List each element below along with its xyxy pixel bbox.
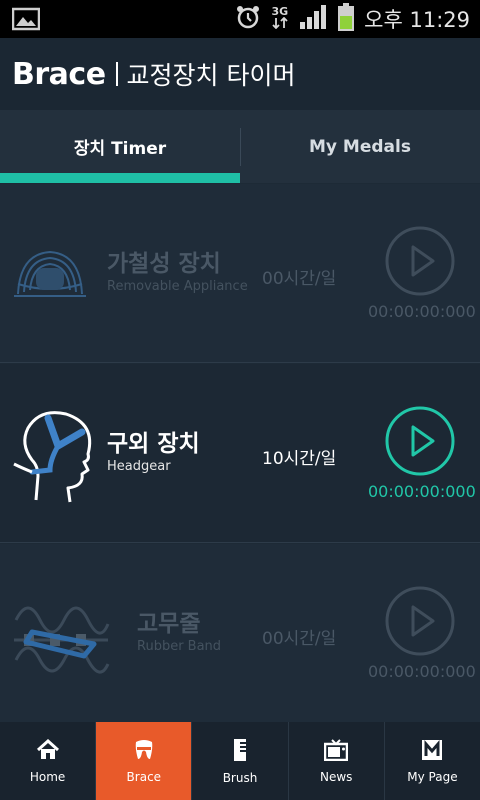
nav-label: News <box>319 769 353 784</box>
brush-icon <box>234 738 246 761</box>
device-hours: 00시간/일 <box>262 629 337 649</box>
nav-label: Home <box>29 769 66 784</box>
headgear-icon <box>10 404 110 504</box>
device-name-en: Headgear <box>107 459 171 474</box>
device-timer: 00:00:00:000 <box>368 302 476 321</box>
title-divider <box>115 62 118 86</box>
device-hours: 00시간/일 <box>262 269 337 289</box>
nav-label: Brush <box>222 770 258 785</box>
app-header: Brace 교정장치 타이머 <box>0 38 480 110</box>
home-icon <box>36 738 59 759</box>
tab-separator <box>240 128 241 166</box>
brace-icon <box>135 739 153 759</box>
nav-brush[interactable]: Brush <box>192 722 289 800</box>
signal-icon <box>298 4 328 34</box>
device-name-ko: 구외 장치 <box>107 431 200 457</box>
news-tv-icon <box>324 738 349 761</box>
my-page-icon <box>422 739 443 760</box>
device-name-en: Removable Appliance <box>107 279 248 294</box>
alarm-icon <box>235 4 261 34</box>
battery-icon <box>338 3 355 35</box>
device-name-en: Rubber Band <box>137 639 222 654</box>
nav-label: My Page <box>407 769 458 784</box>
gallery-icon <box>11 7 41 35</box>
tab-device-timer[interactable]: 장치 Timer <box>0 110 240 183</box>
status-time: 오후 11:29 <box>364 8 470 32</box>
play-button[interactable] <box>385 226 455 296</box>
network-indicator: 3G <box>271 6 288 31</box>
nav-brace[interactable]: Brace <box>96 722 193 800</box>
nav-news[interactable]: News <box>289 722 385 800</box>
device-timer: 00:00:00:000 <box>368 482 476 501</box>
app-subtitle: 교정장치 타이머 <box>126 61 296 90</box>
play-button[interactable] <box>385 586 455 656</box>
app-brand: Brace <box>12 56 106 92</box>
device-row-rubber-band[interactable]: 고무줄 Rubber Band 00시간/일 00:00:00:000 <box>0 544 480 723</box>
device-row-headgear[interactable]: 구외 장치 Headgear 10시간/일 00:00:00:000 <box>0 364 480 543</box>
play-button[interactable] <box>385 406 455 476</box>
status-bar: 3G 오후 11:29 <box>0 0 480 38</box>
device-row-removable-appliance[interactable]: 가철성 장치 Removable Appliance 00시간/일 00:00:… <box>0 184 480 363</box>
removable-appliance-icon <box>10 224 110 324</box>
device-name-ko: 가철성 장치 <box>107 251 221 277</box>
rubber-band-icon <box>10 584 110 684</box>
tab-my-medals[interactable]: My Medals <box>240 110 480 183</box>
nav-label: Brace <box>126 769 162 784</box>
bottom-navigation: Home Brace Brush News My Page <box>0 722 480 800</box>
nav-my-page[interactable]: My Page <box>385 722 480 800</box>
device-name-ko: 고무줄 <box>137 611 201 637</box>
device-hours: 10시간/일 <box>262 449 337 469</box>
nav-home[interactable]: Home <box>0 722 97 800</box>
device-timer: 00:00:00:000 <box>368 662 476 681</box>
